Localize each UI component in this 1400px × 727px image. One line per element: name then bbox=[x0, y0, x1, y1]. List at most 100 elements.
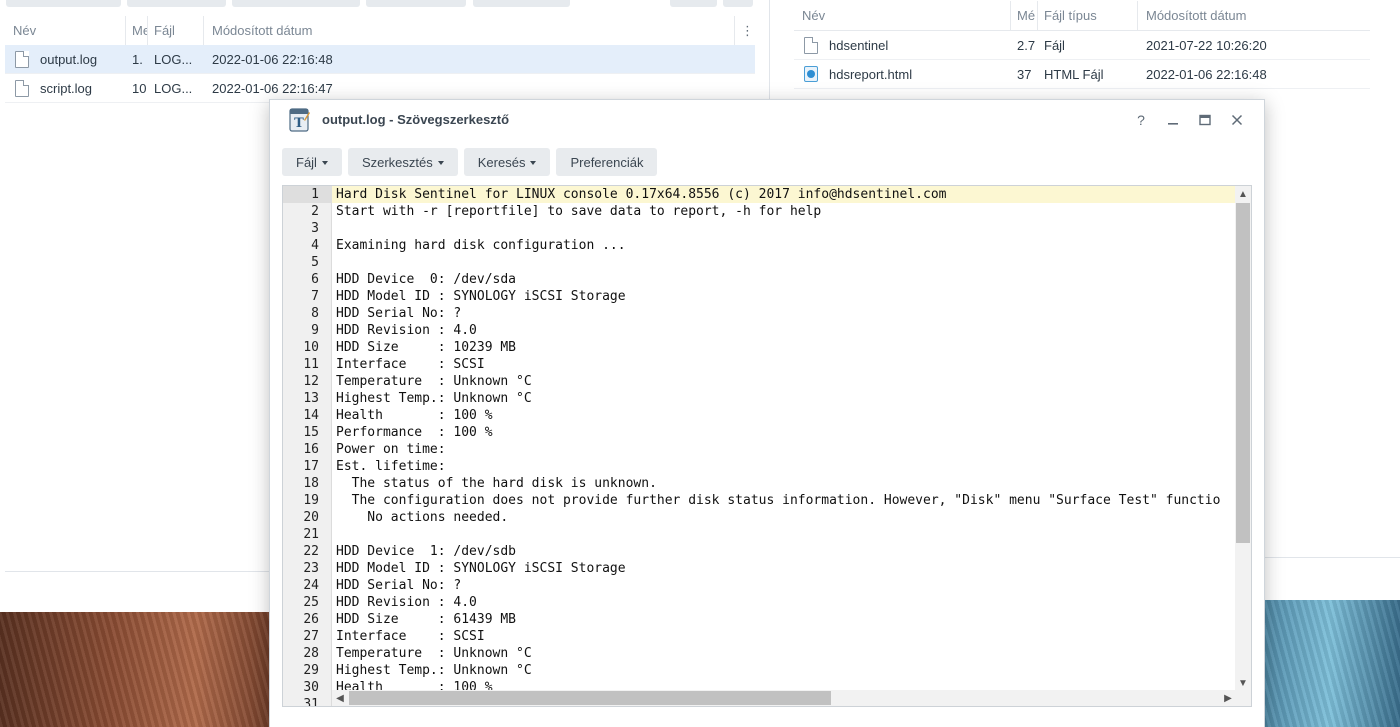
file-name: hdsreport.html bbox=[829, 66, 913, 82]
menu-search[interactable]: Keresés bbox=[463, 148, 551, 176]
code-line[interactable]: 5 bbox=[283, 254, 1236, 271]
column-header-size[interactable]: Me bbox=[126, 16, 148, 45]
line-number: 16 bbox=[303, 442, 319, 457]
toolbar-button-stub[interactable] bbox=[127, 0, 226, 7]
code-line[interactable]: 14 Health : 100 % bbox=[283, 407, 1236, 424]
menu-file[interactable]: Fájl bbox=[282, 148, 342, 176]
window-title: output.log - Szövegszerkesztő bbox=[322, 112, 510, 127]
table-row[interactable]: hdsreport.html 37 HTML Fájl 2022-01-06 2… bbox=[794, 60, 1370, 89]
toolbar-button-stub[interactable] bbox=[473, 0, 570, 7]
line-number: 23 bbox=[303, 561, 319, 576]
file-name: script.log bbox=[40, 80, 93, 96]
scroll-left-icon[interactable]: ◀ bbox=[332, 690, 348, 706]
horizontal-scroll-thumb[interactable] bbox=[349, 691, 831, 705]
line-text: HDD Serial No: ? bbox=[336, 306, 462, 321]
code-line[interactable]: 20 No actions needed. bbox=[283, 509, 1236, 526]
line-text: HDD Size : 61439 MB bbox=[336, 612, 517, 627]
file-modified: 2022-01-06 22:16:48 bbox=[212, 51, 333, 67]
line-number: 3 bbox=[311, 221, 319, 236]
window-titlebar[interactable]: T output.log - Szövegszerkesztő ? bbox=[270, 100, 1264, 140]
code-line[interactable]: 29 Highest Temp.: Unknown °C bbox=[283, 662, 1236, 679]
divider bbox=[1264, 557, 1400, 558]
table-row[interactable]: hdsentinel 2.7 Fájl 2021-07-22 10:26:20 bbox=[794, 31, 1370, 60]
file-size: 10 bbox=[132, 80, 147, 96]
scroll-down-icon[interactable]: ▼ bbox=[1235, 675, 1251, 691]
column-options-icon[interactable]: ⋮ bbox=[735, 16, 755, 45]
minimize-icon[interactable] bbox=[1163, 110, 1183, 130]
code-line[interactable]: 9 HDD Revision : 4.0 bbox=[283, 322, 1236, 339]
menu-label: Keresés bbox=[477, 154, 526, 170]
code-line[interactable]: 21 bbox=[283, 526, 1236, 543]
vertical-scrollbar[interactable]: ▲ ▼ bbox=[1235, 186, 1251, 691]
line-number: 30 bbox=[303, 680, 319, 695]
table-row[interactable]: output.log 1. LOG... 2022-01-06 22:16:48 bbox=[5, 45, 755, 74]
code-line[interactable]: 13 Highest Temp.: Unknown °C bbox=[283, 390, 1236, 407]
code-line[interactable]: 1 Hard Disk Sentinel for LINUX console 0.… bbox=[283, 186, 1236, 203]
column-header-name[interactable]: Név bbox=[5, 16, 126, 45]
menu-label: Preferenciák bbox=[570, 154, 644, 170]
code-line[interactable]: 24 HDD Serial No: ? bbox=[283, 577, 1236, 594]
line-number: 19 bbox=[303, 493, 319, 508]
code-line[interactable]: 3 bbox=[283, 220, 1236, 237]
caret-down-icon bbox=[321, 160, 328, 165]
code-editor[interactable]: 1 Hard Disk Sentinel for LINUX console 0.… bbox=[282, 185, 1252, 707]
code-line[interactable]: 22 HDD Device 1: /dev/sdb bbox=[283, 543, 1236, 560]
file-type: Fájl bbox=[1044, 37, 1065, 53]
code-line[interactable]: 27 Interface : SCSI bbox=[283, 628, 1236, 645]
line-number: 22 bbox=[303, 544, 319, 559]
code-line[interactable]: 23 HDD Model ID : SYNOLOGY iSCSI Storage bbox=[283, 560, 1236, 577]
svg-text:T: T bbox=[294, 116, 304, 131]
code-line[interactable]: 28 Temperature : Unknown °C bbox=[283, 645, 1236, 662]
code-line[interactable]: 4 Examining hard disk configuration ... bbox=[283, 237, 1236, 254]
code-line[interactable]: 10 HDD Size : 10239 MB bbox=[283, 339, 1236, 356]
caret-down-icon bbox=[437, 160, 444, 165]
file-size: 1. bbox=[132, 51, 143, 67]
code-line[interactable]: 26 HDD Size : 61439 MB bbox=[283, 611, 1236, 628]
editor-menu-bar: Fájl Szerkesztés Keresés Preferenciák bbox=[282, 148, 658, 176]
line-number: 12 bbox=[303, 374, 319, 389]
column-header-type[interactable]: Fájl bbox=[148, 16, 204, 45]
code-line[interactable]: 11 Interface : SCSI bbox=[283, 356, 1236, 373]
code-line[interactable]: 19 The configuration does not provide fu… bbox=[283, 492, 1236, 509]
caret-down-icon bbox=[530, 160, 537, 165]
toolbar-button-stub[interactable] bbox=[232, 0, 360, 7]
code-line[interactable]: 17 Est. lifetime: bbox=[283, 458, 1236, 475]
code-line[interactable]: 18 The status of the hard disk is unknow… bbox=[283, 475, 1236, 492]
code-line[interactable]: 25 HDD Revision : 4.0 bbox=[283, 594, 1236, 611]
line-text: Interface : SCSI bbox=[336, 629, 485, 644]
toolbar-button-stub[interactable] bbox=[366, 0, 466, 7]
toolbar-more-button-stub[interactable] bbox=[723, 0, 753, 7]
help-icon[interactable]: ? bbox=[1131, 110, 1151, 130]
menu-preferences[interactable]: Preferenciák bbox=[556, 148, 658, 176]
line-text: HDD Revision : 4.0 bbox=[336, 323, 477, 338]
maximize-icon[interactable] bbox=[1195, 110, 1215, 130]
toolbar-view-button-stub[interactable] bbox=[670, 0, 717, 7]
code-line[interactable]: 8 HDD Serial No: ? bbox=[283, 305, 1236, 322]
code-line[interactable]: 6 HDD Device 0: /dev/sda bbox=[283, 271, 1236, 288]
column-header-name[interactable]: Név bbox=[794, 1, 1011, 30]
menu-label: Fájl bbox=[296, 154, 317, 170]
line-number: 24 bbox=[303, 578, 319, 593]
code-line[interactable]: 15 Performance : 100 % bbox=[283, 424, 1236, 441]
scroll-right-icon[interactable]: ▶ bbox=[1220, 690, 1236, 706]
column-header-modified[interactable]: Módosított dátum bbox=[204, 16, 735, 45]
line-text: The configuration does not provide furth… bbox=[336, 493, 1221, 508]
column-header-size[interactable]: Mé bbox=[1011, 1, 1038, 30]
code-line[interactable]: 16 Power on time: bbox=[283, 441, 1236, 458]
text-editor-app-icon: T bbox=[289, 108, 310, 132]
column-header-type[interactable]: Fájl típus bbox=[1038, 1, 1138, 30]
line-number: 6 bbox=[311, 272, 319, 287]
menu-edit[interactable]: Szerkesztés bbox=[347, 148, 458, 176]
line-number: 27 bbox=[303, 629, 319, 644]
code-line[interactable]: 12 Temperature : Unknown °C bbox=[283, 373, 1236, 390]
code-line[interactable]: 7 HDD Model ID : SYNOLOGY iSCSI Storage bbox=[283, 288, 1236, 305]
column-header-modified[interactable]: Módosított dátum bbox=[1138, 1, 1370, 30]
code-line[interactable]: 2 Start with -r [reportfile] to save data… bbox=[283, 203, 1236, 220]
close-icon[interactable] bbox=[1227, 110, 1247, 130]
line-text: Power on time: bbox=[336, 442, 446, 457]
line-number: 1 bbox=[283, 186, 332, 203]
horizontal-scrollbar[interactable]: ◀ ▶ bbox=[332, 690, 1236, 706]
scroll-up-icon[interactable]: ▲ bbox=[1235, 186, 1251, 202]
toolbar-button-stub[interactable] bbox=[6, 0, 121, 7]
vertical-scroll-thumb[interactable] bbox=[1236, 203, 1250, 543]
